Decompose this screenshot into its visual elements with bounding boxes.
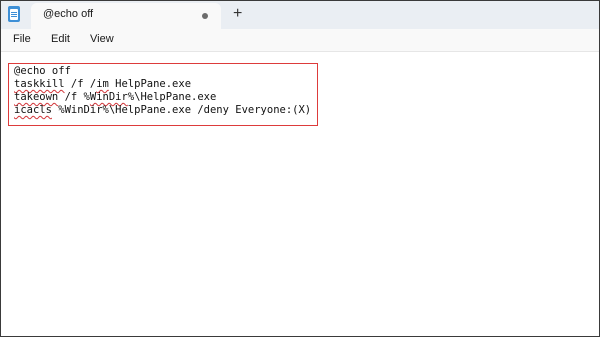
unsaved-dot-icon[interactable] <box>202 13 208 19</box>
code-segment: %WinDir%\HelpPane.exe /deny Everyone:(X) <box>51 104 312 116</box>
menu-bar: File Edit View <box>1 29 599 52</box>
code-line: icacls %WinDir%\HelpPane.exe /deny Every… <box>14 104 311 117</box>
code-text: @echo off taskkill /f /im HelpPane.exe tak… <box>14 65 311 117</box>
misspelled-word: im <box>96 78 109 90</box>
code-segment: /f / <box>64 78 97 90</box>
code-line: taskkill /f /im HelpPane.exe <box>14 78 311 91</box>
tab-echo-off[interactable]: @echo off <box>31 3 221 29</box>
code-segment: @echo off <box>14 65 71 77</box>
misspelled-word: takeown <box>14 91 59 103</box>
menu-file[interactable]: File <box>13 33 31 45</box>
text-editor[interactable]: @echo off taskkill /f /im HelpPane.exe tak… <box>1 52 599 336</box>
menu-edit[interactable]: Edit <box>51 33 70 45</box>
tab-title: @echo off <box>43 8 94 20</box>
misspelled-word: icacls <box>14 104 52 116</box>
code-line: takeown /f %WinDir%\HelpPane.exe <box>14 91 311 104</box>
code-line: @echo off <box>14 65 311 78</box>
code-segment: /f % <box>58 91 90 103</box>
add-tab-button[interactable]: + <box>233 4 242 24</box>
menu-view[interactable]: View <box>90 33 114 45</box>
code-segment: HelpPane.exe <box>108 78 192 90</box>
misspelled-word: taskkill <box>14 78 65 90</box>
misspelled-word: WinDir <box>89 91 128 103</box>
code-segment: %\HelpPane.exe <box>127 91 217 103</box>
notepad-icon <box>8 6 20 22</box>
notepad-window: @echo off + File Edit View @echo off task… <box>0 0 600 337</box>
title-bar: @echo off + <box>1 1 599 29</box>
